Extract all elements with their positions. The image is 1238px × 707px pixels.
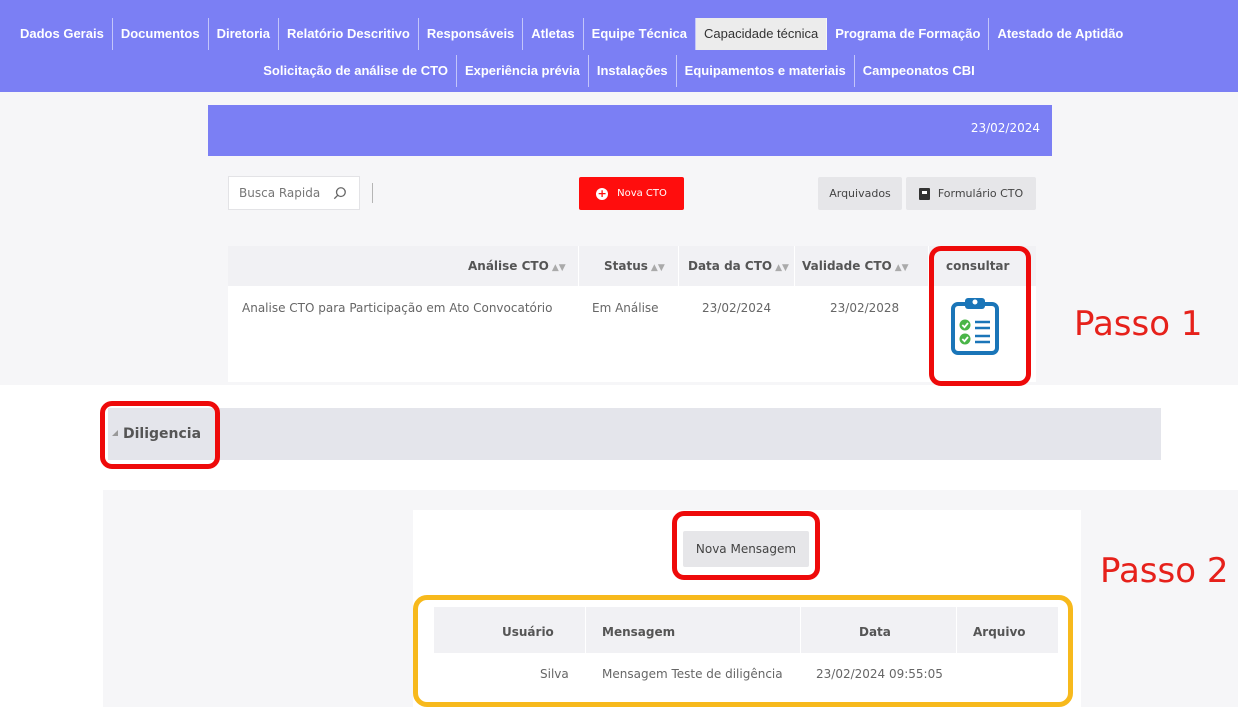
cto-table: Análise CTO ▲▼ Status ▲▼ Data da CTO ▲▼ Val… (228, 246, 1036, 382)
sort-icon: ▲▼ (894, 263, 909, 273)
annotation-mensagens-table (413, 595, 1073, 707)
nav-row-2: Solicitação de análise de CTO Experiênci… (0, 55, 1238, 87)
nav-atletas[interactable]: Atletas (523, 18, 584, 50)
search-input[interactable] (239, 186, 327, 200)
toolbar-divider (372, 183, 373, 203)
th-data-label: Data da CTO (688, 259, 773, 273)
th-status[interactable]: Status ▲▼ (604, 259, 665, 273)
col-separator (678, 246, 679, 286)
nav-atestado-aptidao[interactable]: Atestado de Aptidão (989, 18, 1131, 50)
nav-solicitacao-cto[interactable]: Solicitação de análise de CTO (255, 55, 457, 87)
nav-equipe-tecnica[interactable]: Equipe Técnica (584, 18, 697, 50)
nav-capacidade-tecnica[interactable]: Capacidade técnica (696, 18, 828, 50)
formulario-cto-label: Formulário CTO (937, 187, 1024, 200)
plus-circle-icon: + (596, 186, 609, 200)
sort-icon: ▲▼ (650, 263, 665, 273)
td-data: 23/02/2024 (702, 301, 772, 315)
nav-documentos[interactable]: Documentos (113, 18, 209, 50)
th-analise[interactable]: Análise CTO ▲▼ (468, 259, 566, 273)
book-icon (918, 187, 930, 200)
nav-campeonatos-cbi[interactable]: Campeonatos CBI (855, 55, 983, 87)
td-validade: 23/02/2028 (830, 301, 900, 315)
nav-experiencia-previa[interactable]: Experiência prévia (457, 55, 589, 87)
card-header: 23/02/2024 (208, 105, 1052, 156)
nav-programa-formacao[interactable]: Programa de Formação (827, 18, 990, 50)
top-nav: Dados Gerais Documentos Diretoria Relató… (0, 0, 1238, 92)
th-status-label: Status (604, 259, 648, 273)
annotation-consultar (929, 246, 1031, 386)
th-validade[interactable]: Validade CTO ▲▼ (802, 259, 909, 273)
nova-cto-button[interactable]: + Nova CTO (579, 177, 684, 210)
nav-equipamentos-materiais[interactable]: Equipamentos e materiais (677, 55, 855, 87)
sort-icon: ▲▼ (775, 263, 789, 273)
col-separator (578, 246, 579, 286)
search-icon[interactable] (333, 186, 347, 200)
nav-row-1: Dados Gerais Documentos Diretoria Relató… (0, 18, 1238, 50)
nav-responsaveis[interactable]: Responsáveis (419, 18, 524, 50)
td-status: Em Análise (592, 301, 659, 315)
sort-icon: ▲▼ (551, 263, 566, 273)
annotation-nova-mensagem (672, 511, 820, 580)
nav-dados-gerais[interactable]: Dados Gerais (12, 18, 113, 50)
th-validade-label: Validade CTO (802, 259, 892, 273)
card-date: 23/02/2024 (970, 121, 1040, 135)
nav-diretoria[interactable]: Diretoria (209, 18, 280, 50)
formulario-cto-button[interactable]: Formulário CTO (906, 177, 1036, 210)
diligencia-bar (108, 408, 1161, 460)
th-data[interactable]: Data da CTO ▲▼ (688, 259, 789, 273)
search-box[interactable] (228, 176, 360, 210)
nova-cto-label: Nova CTO (617, 188, 667, 199)
td-analise: Analise CTO para Participação em Ato Con… (242, 301, 553, 315)
col-separator (794, 246, 795, 286)
nav-relatorio-descritivo[interactable]: Relatório Descritivo (279, 18, 419, 50)
annotation-passo-1: Passo 1 (1074, 304, 1203, 344)
nav-instalacoes[interactable]: Instalações (589, 55, 677, 87)
arquivados-button[interactable]: Arquivados (818, 177, 902, 210)
annotation-passo-2: Passo 2 (1100, 551, 1229, 591)
th-analise-label: Análise CTO (468, 259, 549, 273)
annotation-diligencia (100, 401, 220, 469)
